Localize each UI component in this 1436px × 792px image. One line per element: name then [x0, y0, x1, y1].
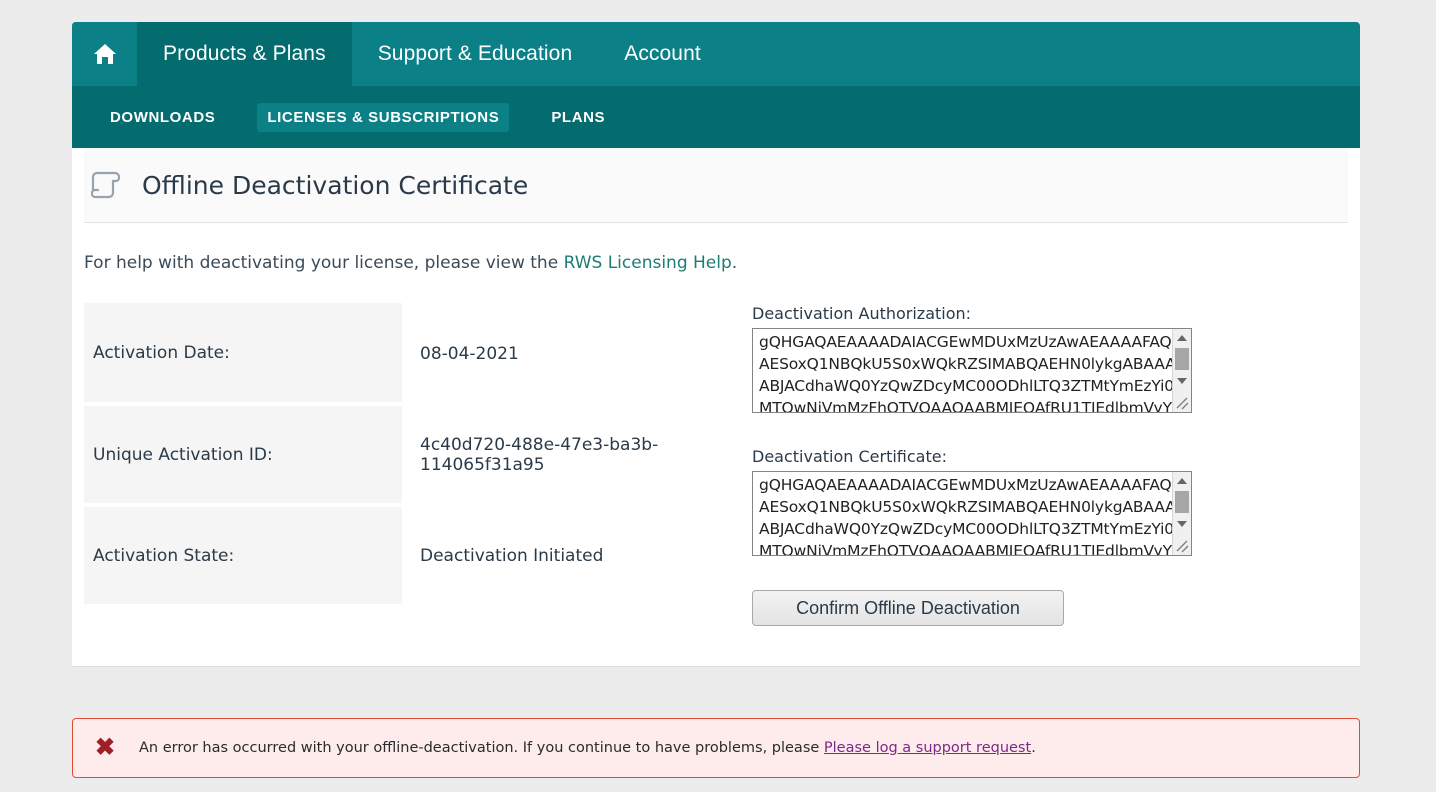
error-banner: ✖ An error has occurred with your offlin…	[72, 718, 1360, 778]
page-title: Offline Deactivation Certificate	[142, 170, 529, 200]
resize-grip-icon[interactable]	[1173, 537, 1190, 554]
subnav-item-downloads[interactable]: DOWNLOADS	[100, 103, 225, 132]
home-icon	[92, 42, 118, 66]
row-label: Unique Activation ID:	[84, 404, 402, 507]
resize-grip-icon[interactable]	[1173, 394, 1190, 411]
subnav-item-plans[interactable]: PLANS	[541, 103, 615, 132]
support-request-link[interactable]: Please log a support request	[824, 740, 1031, 756]
row-label: Activation State:	[84, 505, 402, 608]
subnav-item-licenses-subscriptions[interactable]: LICENSES & SUBSCRIPTIONS	[257, 102, 510, 132]
deactivation-certificate-textarea[interactable]: gQHGAQAEAAAADAIACGEwMDUxMzUzAwAEAAAAFAQ …	[752, 471, 1192, 556]
nav-tab-label: Products & Plans	[163, 42, 326, 65]
table-row: Activation Date: 08-04-2021	[84, 303, 714, 406]
error-message: An error has occurred with your offline-…	[139, 740, 1036, 756]
rws-licensing-help-link[interactable]: RWS Licensing Help	[564, 253, 732, 273]
deactivation-authorization-textarea[interactable]: gQHGAQAEAAAADAIACGEwMDUxMzUzAwAEAAAAFAQ …	[752, 328, 1192, 413]
table-row: Activation State: Deactivation Initiated	[84, 505, 714, 608]
subnav-item-label: PLANS	[551, 108, 606, 126]
subnav-item-label: DOWNLOADS	[110, 108, 216, 126]
row-label: Activation Date:	[84, 303, 402, 406]
home-tab[interactable]	[72, 22, 137, 86]
row-value: 08-04-2021	[402, 303, 714, 404]
scroll-down-arrow-icon[interactable]	[1173, 515, 1191, 532]
nav-tab-label: Account	[624, 42, 701, 65]
confirm-offline-deactivation-button[interactable]: Confirm Offline Deactivation	[752, 590, 1064, 626]
primary-navigation: Products & Plans Support & Education Acc…	[72, 22, 1360, 86]
app-page: Products & Plans Support & Education Acc…	[0, 0, 1436, 792]
card-header: Offline Deactivation Certificate	[84, 148, 1348, 223]
nav-tab-label: Support & Education	[377, 42, 573, 65]
content-card: Offline Deactivation Certificate For hel…	[72, 148, 1360, 667]
subnav-item-label: LICENSES & SUBSCRIPTIONS	[267, 108, 500, 126]
scroll-down-arrow-icon[interactable]	[1173, 372, 1191, 389]
scrollbar-thumb[interactable]	[1175, 491, 1189, 513]
row-value: 4c40d720-488e-47e3-ba3b-114065f31a95	[402, 404, 714, 505]
deactivation-certificate-label: Deactivation Certificate:	[752, 447, 947, 466]
nav-tab-products-plans[interactable]: Products & Plans	[137, 22, 352, 86]
error-text-suffix: .	[1031, 740, 1036, 756]
error-text-prefix: An error has occurred with your offline-…	[139, 740, 824, 756]
table-row: Unique Activation ID: 4c40d720-488e-47e3…	[84, 404, 714, 507]
help-suffix: .	[731, 253, 738, 273]
deactivation-authorization-label: Deactivation Authorization:	[752, 304, 972, 323]
error-x-icon: ✖	[95, 734, 116, 761]
deactivation-authorization-value: gQHGAQAEAAAADAIACGEwMDUxMzUzAwAEAAAAFAQ …	[759, 333, 1187, 413]
nav-tab-account[interactable]: Account	[598, 22, 727, 86]
app-shell: Products & Plans Support & Education Acc…	[72, 22, 1360, 667]
row-value: Deactivation Initiated	[402, 505, 714, 606]
scroll-certificate-icon	[88, 170, 124, 200]
details-columns: Activation Date: 08-04-2021 Unique Activ…	[84, 303, 1360, 626]
nav-tab-support-education[interactable]: Support & Education	[352, 22, 599, 86]
scroll-up-arrow-icon[interactable]	[1173, 472, 1191, 489]
secondary-navigation: DOWNLOADS LICENSES & SUBSCRIPTIONS PLANS	[72, 86, 1360, 148]
scroll-up-arrow-icon[interactable]	[1173, 329, 1191, 346]
scrollbar-thumb[interactable]	[1175, 348, 1189, 370]
deactivation-certificate-value: gQHGAQAEAAAADAIACGEwMDUxMzUzAwAEAAAAFAQ …	[759, 476, 1187, 556]
deactivation-panel: Deactivation Authorization: gQHGAQAEAAAA…	[752, 303, 1192, 626]
help-line: For help with deactivating your license,…	[84, 253, 1360, 273]
card-body: For help with deactivating your license,…	[72, 223, 1360, 666]
activation-details-table: Activation Date: 08-04-2021 Unique Activ…	[84, 303, 714, 608]
help-prefix: For help with deactivating your license,…	[84, 253, 564, 273]
